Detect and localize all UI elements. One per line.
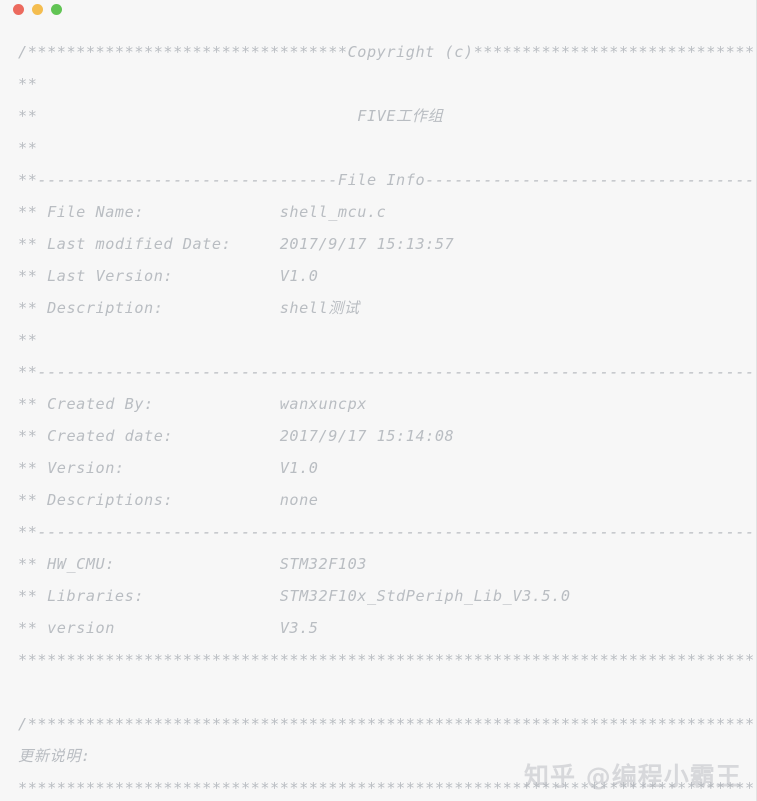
code-line: ****************************************… (18, 779, 757, 797)
code-line: **--------------------------------------… (18, 363, 757, 381)
code-line: **--------------------------------------… (18, 523, 757, 541)
close-button-icon[interactable] (13, 4, 24, 15)
window-controls (13, 4, 62, 15)
code-line: ** Description: shell测试 (18, 299, 360, 317)
maximize-button-icon[interactable] (51, 4, 62, 15)
code-line: ** Last Version: V1.0 (18, 267, 319, 285)
code-content-area[interactable]: /*********************************Copyri… (0, 22, 757, 801)
code-line: ** File Name: shell_mcu.c (18, 203, 387, 221)
title-bar (0, 0, 757, 22)
code-line: /***************************************… (18, 715, 757, 733)
code-line: ** (18, 75, 38, 93)
code-line: ** (18, 331, 38, 349)
code-text-block: /*********************************Copyri… (18, 36, 757, 801)
code-line: ** Version: V1.0 (18, 459, 319, 477)
code-line: ** (18, 139, 38, 157)
code-line: ** version V3.5 (18, 619, 319, 637)
code-line: ** Last modified Date: 2017/9/17 15:13:5… (18, 235, 455, 253)
code-line: ** FIVE工作组 (18, 107, 444, 125)
code-line: 更新说明: (18, 747, 91, 765)
code-line: **-------------------------------File In… (18, 171, 757, 189)
code-line: ** Created By: wanxuncpx (18, 395, 367, 413)
code-line: ** Created date: 2017/9/17 15:14:08 (18, 427, 455, 445)
code-line: ** HW_CMU: STM32F103 (18, 555, 367, 573)
minimize-button-icon[interactable] (32, 4, 43, 15)
code-viewer-window: /*********************************Copyri… (0, 0, 757, 801)
code-line: ** Libraries: STM32F10x_StdPeriph_Lib_V3… (18, 587, 571, 605)
code-line: ** Descriptions: none (18, 491, 319, 509)
code-line: ****************************************… (18, 651, 757, 669)
code-line: /*********************************Copyri… (18, 43, 757, 61)
